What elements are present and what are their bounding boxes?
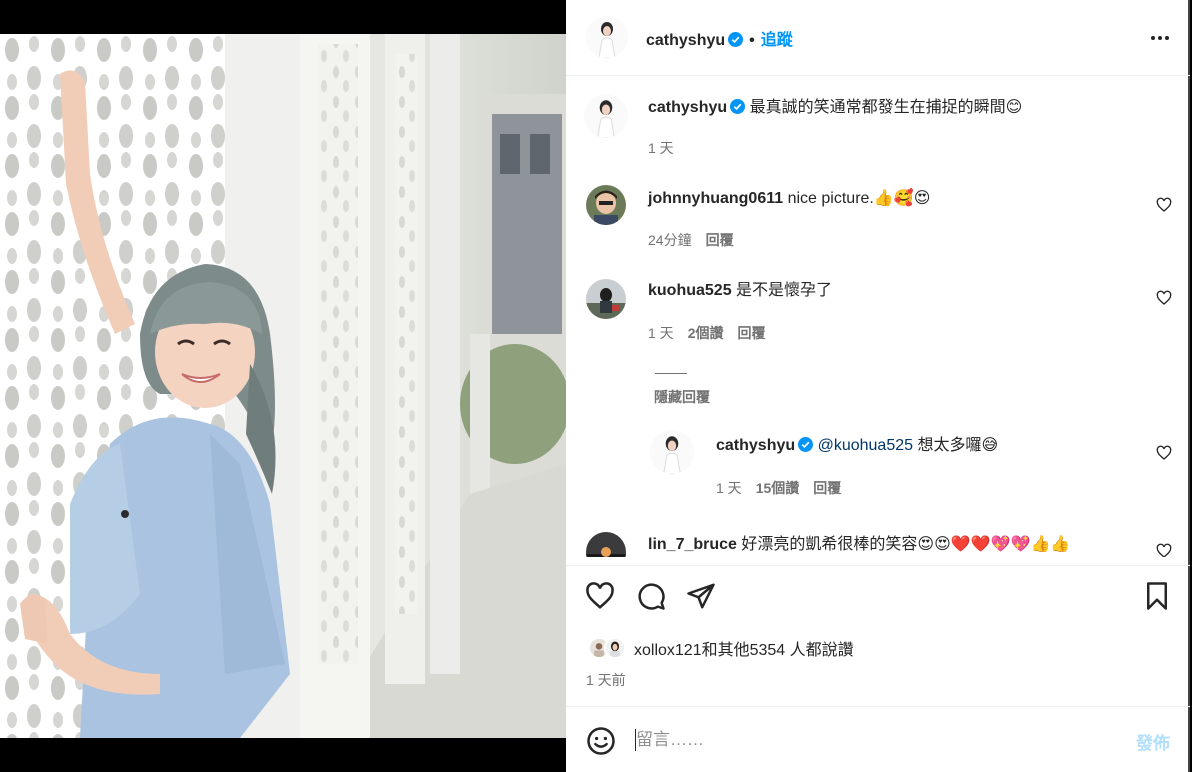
likes-text: xollox121和其他5354 人都說讚: [634, 642, 854, 659]
reply-meta: 1 天 15個讚 回覆: [716, 478, 841, 498]
comment-username[interactable]: lin_7_bruce: [648, 536, 737, 553]
avatar-image: [586, 16, 628, 58]
like-heart-icon[interactable]: [585, 581, 615, 611]
avatar-image: [586, 279, 626, 319]
header-user-line: cathyshyu • 追蹤: [646, 26, 793, 50]
avatar-image: [586, 185, 626, 225]
reply-mention[interactable]: @kuohua525: [818, 437, 913, 454]
author-avatar[interactable]: [586, 16, 628, 58]
reply-likes[interactable]: 15個讚: [756, 480, 800, 496]
hide-replies-button[interactable]: 隱藏回覆: [654, 387, 710, 407]
verified-badge-icon: [730, 99, 746, 114]
caption-username[interactable]: cathyshyu: [648, 99, 727, 116]
caption-avatar[interactable]: [584, 94, 628, 138]
comment-text: 是不是懷孕了: [736, 282, 833, 299]
post-time[interactable]: 1 天前: [586, 670, 626, 690]
photo-illustration: [0, 34, 566, 738]
comment-reply-button[interactable]: 回覆: [737, 325, 765, 341]
emoji-smiley-icon[interactable]: [586, 726, 616, 756]
reply-0: cathyshyu @kuohua525 想太多囉😅: [716, 434, 998, 457]
save-bookmark-icon[interactable]: [1142, 581, 1172, 611]
verified-badge-icon: [798, 437, 814, 452]
comment-1: kuohua525 是不是懷孕了: [648, 280, 832, 302]
avatar-image: [584, 94, 628, 138]
comment-like-heart-icon[interactable]: [1156, 290, 1172, 306]
comment-emoji: 👍🥰😍: [873, 188, 931, 207]
reply-emoji: 😅: [981, 435, 999, 454]
comment-bubble-icon[interactable]: [636, 581, 666, 611]
comment-reply-button[interactable]: 回覆: [706, 232, 734, 248]
reply-reply-button[interactable]: 回覆: [813, 480, 841, 496]
reply-like-heart-icon[interactable]: [1156, 445, 1172, 461]
reply-avatar[interactable]: [650, 430, 694, 474]
comment-like-heart-icon[interactable]: [1156, 197, 1172, 213]
caption-age[interactable]: 1 天: [648, 140, 674, 156]
comment-0: johnnyhuang0611 nice picture.👍🥰😍: [648, 187, 930, 210]
caption-meta: 1 天: [648, 138, 688, 158]
author-username[interactable]: cathyshyu: [646, 32, 725, 49]
caption-emoji: 😊: [1005, 97, 1023, 116]
replies-divider: [655, 373, 687, 374]
reply-username[interactable]: cathyshyu: [716, 437, 795, 454]
comment-meta: 1 天 2個讚 回覆: [648, 323, 765, 343]
comment-like-heart-icon[interactable]: [1156, 543, 1172, 557]
caption-text: 最真誠的笑通常都發生在捕捉的瞬間: [749, 99, 1006, 116]
add-comment-bar: 發佈: [566, 706, 1190, 772]
likes-summary[interactable]: xollox121和其他5354 人都說讚: [588, 636, 854, 660]
comment-emoji: 😍😍❤️❤️💖💖👍👍: [917, 534, 1071, 553]
share-plane-icon[interactable]: [686, 581, 716, 611]
comment-2: lin_7_bruce 好漂亮的凱希很棒的笑容😍😍❤️❤️💖💖👍👍: [648, 533, 1070, 556]
action-bar: [566, 565, 1190, 625]
more-options-icon[interactable]: [1148, 26, 1172, 50]
follow-button[interactable]: 追蹤: [761, 32, 793, 49]
comment-text: nice picture.: [787, 190, 874, 207]
comment-avatar[interactable]: [586, 185, 626, 225]
post-panel: cathyshyu • 追蹤 cathyshyu 最真誠的笑通常都發生在捕捉的瞬間😊…: [566, 0, 1190, 772]
verified-badge-icon: [728, 32, 744, 47]
avatar-image: [650, 430, 694, 474]
comment-age[interactable]: 24分鐘: [648, 232, 692, 248]
comment-likes[interactable]: 2個讚: [688, 325, 724, 341]
comments-list[interactable]: cathyshyu 最真誠的笑通常都發生在捕捉的瞬間😊 1 天 johnnyhu…: [566, 77, 1190, 557]
comment-text: 好漂亮的凱希很棒的笑容: [741, 536, 918, 553]
comment-username[interactable]: johnnyhuang0611: [648, 190, 783, 207]
avatar-image: [586, 532, 626, 557]
separator-dot: •: [749, 32, 755, 49]
caption: cathyshyu 最真誠的笑通常都發生在捕捉的瞬間😊: [648, 96, 1022, 119]
comment-username[interactable]: kuohua525: [648, 282, 732, 299]
photo-pane: [0, 0, 566, 772]
reply-age[interactable]: 1 天: [716, 480, 742, 496]
liker-avatar: [604, 637, 626, 659]
comment-input[interactable]: [636, 727, 1096, 753]
comment-age[interactable]: 1 天: [648, 325, 674, 341]
post-photo[interactable]: [0, 34, 566, 738]
comment-avatar[interactable]: [586, 279, 626, 319]
post-comment-button[interactable]: 發佈: [1136, 729, 1170, 754]
comment-avatar[interactable]: [586, 532, 626, 557]
avatar-image: [606, 639, 624, 657]
reply-text: 想太多囉: [917, 437, 982, 454]
post-header: cathyshyu • 追蹤: [566, 0, 1190, 76]
comment-meta: 24分鐘 回覆: [648, 230, 734, 250]
